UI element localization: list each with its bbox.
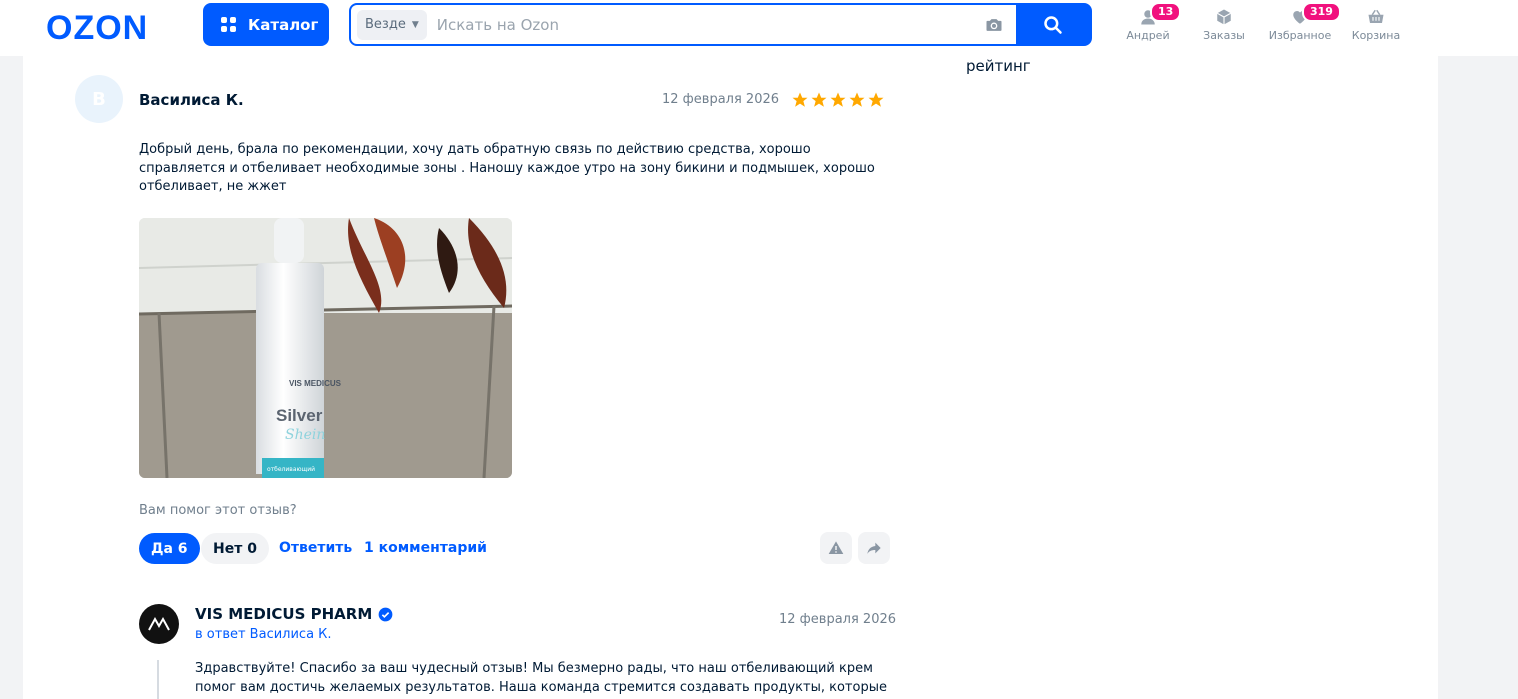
nav-profile[interactable]: 13 Андрей (1116, 2, 1182, 42)
nav-orders[interactable]: Заказы (1192, 8, 1256, 42)
share-arrow-icon (867, 542, 881, 554)
sidebar-rating-label: рейтинг (966, 57, 1031, 75)
search-scope-dropdown[interactable]: Везде ▼ (357, 9, 427, 40)
nav-favorites[interactable]: 319 Избранное (1268, 2, 1341, 42)
reply-text: Здравствуйте! Спасибо за ваш чудесный от… (195, 661, 887, 699)
nav-cart-label: Корзина (1351, 29, 1401, 42)
bottle-brand: VIS MEDICUS (289, 379, 342, 388)
review-date: 12 февраля 2026 (662, 92, 780, 107)
reply-to-link[interactable]: в ответ Василиса К. (195, 627, 332, 642)
nav-orders-label: Заказы (1203, 29, 1245, 42)
helpful-yes-button[interactable]: Да 6 (139, 533, 200, 564)
search-icon (1044, 15, 1062, 34)
seller-avatar (139, 604, 179, 644)
top-header: OZON Каталог Везде ▼ Искать на Ozon 13 А… (0, 0, 1518, 56)
bottle-sub: отбеливающий (267, 466, 315, 473)
seller-logo-icon (148, 616, 170, 631)
search-button[interactable] (1016, 5, 1090, 44)
search-field-wrap: Везде ▼ (351, 5, 1016, 44)
reply-date: 12 февраля 2026 (779, 612, 897, 627)
search-input[interactable] (436, 5, 984, 44)
seller-name-text: VIS MEDICUS PHARM (195, 605, 373, 623)
star-icon (792, 92, 808, 107)
reply-button[interactable]: Ответить (279, 540, 352, 556)
box-icon (1216, 9, 1232, 25)
rating-stars (791, 91, 885, 109)
search-bar: Везде ▼ (349, 3, 1092, 46)
nav-favorites-label: Избранное (1268, 29, 1332, 42)
star-icon (849, 92, 865, 107)
seller-name: VIS MEDICUS PHARM (195, 605, 393, 623)
verified-icon (378, 607, 393, 621)
basket-icon (1368, 9, 1384, 23)
warning-icon (828, 541, 844, 554)
nav-cart[interactable]: Корзина (1344, 8, 1408, 42)
profile-badge: 13 (1150, 2, 1182, 22)
nav-profile-label: Андрей (1126, 29, 1170, 42)
share-button[interactable] (858, 532, 890, 564)
chevron-down-icon: ▼ (411, 19, 419, 30)
search-scope-label: Везде (365, 17, 406, 32)
reply-divider (157, 660, 159, 699)
report-button[interactable] (820, 532, 852, 564)
review-text: Добрый день, брала по рекомендации, хочу… (139, 142, 875, 194)
product-photo-image: VIS MEDICUS Silver Shein отбеливающий (139, 218, 512, 478)
favorites-badge: 319 (1302, 2, 1341, 22)
catalog-button[interactable]: Каталог (203, 3, 329, 46)
ozon-logo[interactable]: OZON (46, 9, 148, 48)
star-icon (811, 92, 827, 107)
bottle-name-1: Silver (276, 406, 323, 425)
helpful-no-button[interactable]: Нет 0 (201, 533, 269, 564)
star-icon (830, 92, 846, 107)
review-photo[interactable]: VIS MEDICUS Silver Shein отбеливающий (139, 218, 512, 478)
helpful-question: Вам помог этот отзыв? (139, 503, 297, 518)
comments-link[interactable]: 1 комментарий (364, 540, 487, 556)
catalog-label: Каталог (248, 15, 319, 34)
star-icon (868, 92, 884, 107)
review-author: Василиса К. (139, 91, 244, 109)
camera-icon[interactable] (984, 15, 1004, 35)
grid-icon (221, 17, 236, 32)
bottle-name-2: Shein (285, 427, 325, 443)
avatar-letter: В (92, 88, 106, 110)
avatar: В (75, 75, 123, 123)
